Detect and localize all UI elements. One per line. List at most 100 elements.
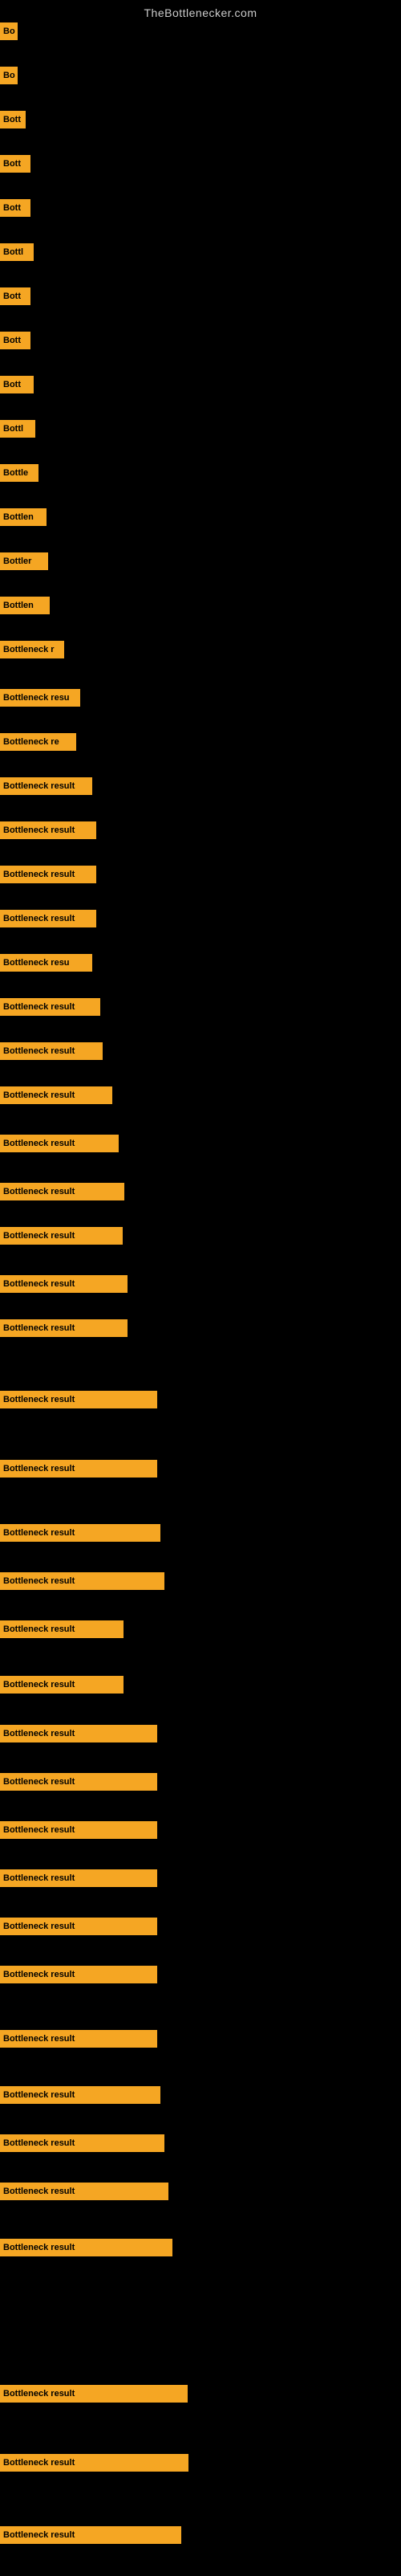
- bar-row: Bottleneck result: [0, 2526, 401, 2544]
- bar-row: Bottlen: [0, 597, 401, 614]
- bottleneck-bar: Bottleneck result: [0, 1524, 160, 1542]
- bottleneck-bar: Bott: [0, 287, 30, 305]
- bottleneck-bar: Bottleneck result: [0, 1676, 124, 1694]
- bottleneck-bar: Bottle: [0, 464, 38, 482]
- bar-row: Bottleneck r: [0, 641, 401, 658]
- bar-row: Bottleneck result: [0, 1572, 401, 1590]
- bottleneck-bar: Bott: [0, 332, 30, 349]
- bar-row: Bottleneck result: [0, 2086, 401, 2104]
- bottleneck-bar: Bottleneck result: [0, 1086, 112, 1104]
- bar-row: Bottleneck result: [0, 2239, 401, 2256]
- bottleneck-bar: Bottleneck result: [0, 1391, 157, 1408]
- bottleneck-bar: Bottleneck result: [0, 1821, 157, 1839]
- bottleneck-bar: Bottlen: [0, 597, 50, 614]
- bar-row: Bottleneck result: [0, 1042, 401, 1060]
- bar-row: Bott: [0, 199, 401, 217]
- bottleneck-bar: Bottleneck result: [0, 2454, 188, 2472]
- bar-row: Bottle: [0, 464, 401, 482]
- bar-row: Bottleneck resu: [0, 689, 401, 707]
- bar-row: Bottler: [0, 552, 401, 570]
- bottleneck-bar: Bottleneck result: [0, 1042, 103, 1060]
- bar-row: Bottleneck result: [0, 1135, 401, 1152]
- bottleneck-bar: Bottleneck result: [0, 1319, 128, 1337]
- bar-row: Bottleneck result: [0, 1725, 401, 1742]
- bar-row: Bottleneck resu: [0, 954, 401, 972]
- bar-row: Bott: [0, 111, 401, 128]
- bottleneck-bar: Bottleneck re: [0, 733, 76, 751]
- bottleneck-bar: Bottleneck result: [0, 1572, 164, 1590]
- bottleneck-bar: Bottleneck result: [0, 2239, 172, 2256]
- bar-row: Bottleneck result: [0, 1460, 401, 1478]
- bottleneck-bar: Bottleneck result: [0, 1135, 119, 1152]
- bottleneck-bar: Bottleneck result: [0, 2030, 157, 2048]
- bottleneck-bar: Bottleneck result: [0, 1227, 123, 1245]
- bottleneck-bar: Bottleneck result: [0, 2526, 181, 2544]
- site-title: TheBottlenecker.com: [0, 0, 401, 22]
- bottleneck-bar: Bottlen: [0, 508, 47, 526]
- bottleneck-bar: Bottleneck result: [0, 1620, 124, 1638]
- bar-row: Bottl: [0, 243, 401, 261]
- bar-row: Bottleneck result: [0, 2030, 401, 2048]
- bar-row: Bottleneck result: [0, 1620, 401, 1638]
- bar-row: Bottleneck result: [0, 1966, 401, 1983]
- bottleneck-bar: Bo: [0, 67, 18, 84]
- bar-row: Bottleneck result: [0, 1918, 401, 1935]
- bar-row: Bo: [0, 67, 401, 84]
- bottleneck-bar: Bottleneck result: [0, 1966, 157, 1983]
- bar-row: Bottleneck result: [0, 1319, 401, 1337]
- bottleneck-bar: Bott: [0, 199, 30, 217]
- bar-row: Bottleneck result: [0, 1524, 401, 1542]
- bottleneck-bar: Bottleneck result: [0, 1275, 128, 1293]
- bottleneck-bar: Bottleneck result: [0, 1183, 124, 1200]
- bottleneck-bar: Bott: [0, 111, 26, 128]
- bar-row: Bottleneck result: [0, 2183, 401, 2200]
- bottleneck-bar: Bottleneck result: [0, 777, 92, 795]
- bar-row: Bottleneck result: [0, 998, 401, 1016]
- bar-row: Bottleneck result: [0, 1227, 401, 1245]
- bar-row: Bottleneck result: [0, 821, 401, 839]
- bar-row: Bottleneck result: [0, 1869, 401, 1887]
- bottleneck-bar: Bottleneck result: [0, 866, 96, 883]
- bar-row: Bottleneck result: [0, 1275, 401, 1293]
- bottleneck-bar: Bottl: [0, 243, 34, 261]
- bottleneck-bar: Bottleneck result: [0, 1725, 157, 1742]
- bar-row: Bott: [0, 376, 401, 393]
- bottleneck-bar: Bottleneck result: [0, 2134, 164, 2152]
- bar-row: Bottl: [0, 420, 401, 438]
- bar-row: Bott: [0, 287, 401, 305]
- bottleneck-bar: Bottleneck result: [0, 1869, 157, 1887]
- bottleneck-bar: Bottler: [0, 552, 48, 570]
- bar-row: Bo: [0, 22, 401, 40]
- bar-row: Bottleneck result: [0, 2134, 401, 2152]
- bottleneck-bar: Bottleneck result: [0, 998, 100, 1016]
- bar-row: Bottleneck result: [0, 866, 401, 883]
- bar-row: Bottlen: [0, 508, 401, 526]
- bar-row: Bottleneck result: [0, 2385, 401, 2403]
- bottleneck-bar: Bo: [0, 22, 18, 40]
- bar-row: Bott: [0, 155, 401, 173]
- bottleneck-bar: Bottleneck resu: [0, 954, 92, 972]
- bar-row: Bottleneck result: [0, 1821, 401, 1839]
- bottleneck-bar: Bott: [0, 155, 30, 173]
- bottleneck-bar: Bottleneck result: [0, 1773, 157, 1791]
- bottleneck-bar: Bottl: [0, 420, 35, 438]
- bar-row: Bottleneck result: [0, 2454, 401, 2472]
- bottleneck-bar: Bottleneck r: [0, 641, 64, 658]
- bottleneck-bar: Bottleneck result: [0, 2183, 168, 2200]
- bar-row: Bottleneck result: [0, 1391, 401, 1408]
- bottleneck-bar: Bottleneck result: [0, 2086, 160, 2104]
- bottleneck-bar: Bottleneck result: [0, 1460, 157, 1478]
- bottleneck-bar: Bottleneck result: [0, 2385, 188, 2403]
- bar-row: Bottleneck re: [0, 733, 401, 751]
- bar-row: Bottleneck result: [0, 1773, 401, 1791]
- bottleneck-bar: Bottleneck result: [0, 910, 96, 927]
- bottleneck-bar: Bottleneck result: [0, 821, 96, 839]
- bar-row: Bottleneck result: [0, 777, 401, 795]
- bar-row: Bottleneck result: [0, 1086, 401, 1104]
- bar-row: Bott: [0, 332, 401, 349]
- bar-row: Bottleneck result: [0, 910, 401, 927]
- bottleneck-bar: Bott: [0, 376, 34, 393]
- bottleneck-bar: Bottleneck result: [0, 1918, 157, 1935]
- bar-row: Bottleneck result: [0, 1183, 401, 1200]
- bottleneck-bar: Bottleneck resu: [0, 689, 80, 707]
